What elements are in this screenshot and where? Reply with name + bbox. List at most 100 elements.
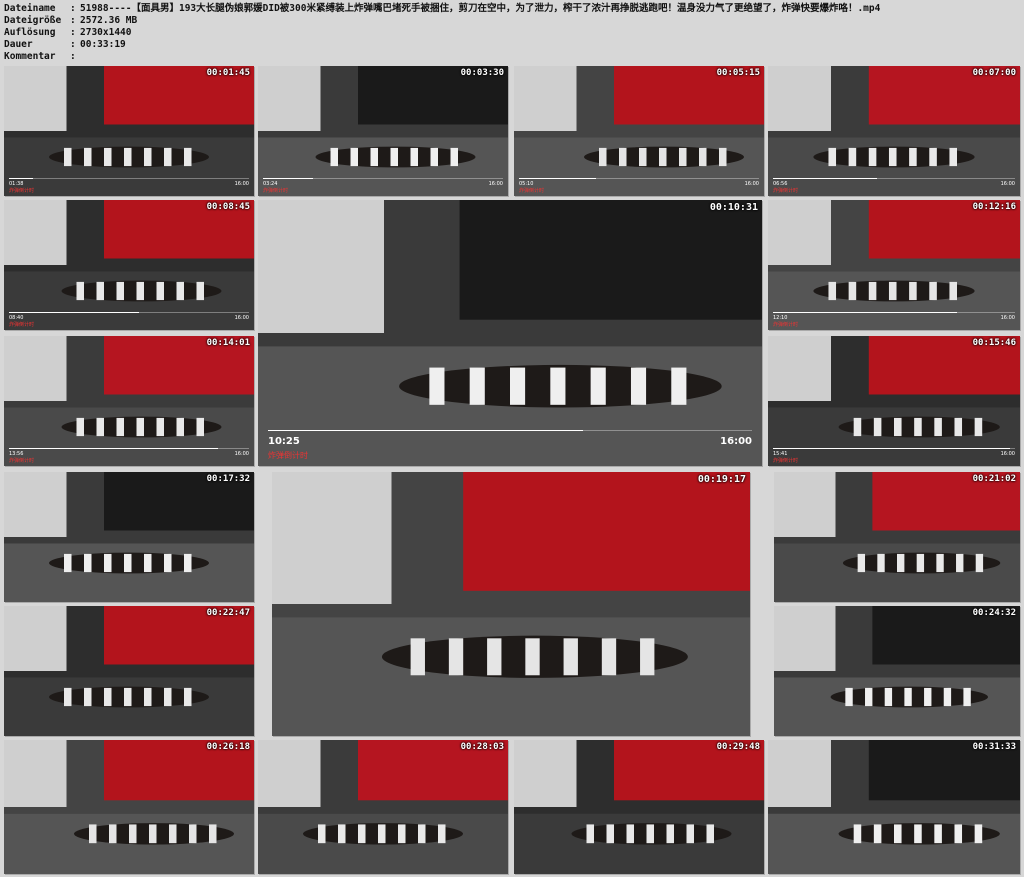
duration-value: 00:33:19	[80, 39, 126, 50]
thumbnail-frame: 00:19:17	[272, 472, 750, 736]
thumbnail-frame: 00:22:47	[4, 606, 254, 736]
duration-row: Dauer:00:33:19	[4, 39, 126, 50]
progress-total-time: 16:00	[1000, 451, 1015, 457]
resolution-row: Auflösung:2730x1440	[4, 27, 132, 38]
thumbnail-timestamp: 00:08:45	[206, 202, 250, 212]
thumbnail-frame: 00:21:02	[774, 472, 1020, 602]
thumbnail-timestamp: 00:05:15	[716, 68, 760, 78]
thumbnail-timestamp: 00:21:02	[972, 474, 1016, 484]
thumbnail-timestamp: 00:28:03	[460, 742, 504, 752]
thumbnail-timestamp: 00:03:30	[460, 68, 504, 78]
video-frame-image	[774, 606, 1020, 736]
progress-total-time: 16:00	[234, 451, 249, 457]
video-frame-image	[272, 472, 750, 736]
filesize-value: 2572.36 MB	[80, 15, 138, 26]
thumbnail-frame: 00:01:45 01:38 16:00 炸弹倒计时	[4, 66, 254, 196]
progress-total-time: 16:00	[1000, 315, 1015, 321]
progress-fill	[773, 178, 878, 179]
thumbnail-frame: 00:24:32	[774, 606, 1020, 736]
resolution-label: Auflösung	[4, 27, 56, 38]
thumbnail-frame: 00:28:03	[258, 740, 508, 874]
filesize-row: Dateigröße:2572.36 MB	[4, 15, 138, 26]
video-frame-image	[514, 66, 764, 196]
thumbnail-frame: 00:07:00 06:56 16:00 炸弹倒计时	[768, 66, 1020, 196]
thumbnail-frame: 00:03:30 03:24 16:00 炸弹倒计时	[258, 66, 508, 196]
file-info-header: Dateiname:51988----【面具男】193大长腿伪娘郭媛DID被30…	[0, 0, 1024, 64]
video-frame-image	[4, 472, 254, 602]
thumbnail-timestamp: 00:26:18	[206, 742, 250, 752]
thumbnail-frame: 00:31:33	[768, 740, 1020, 874]
countdown-progress-bar: 01:38 16:00 炸弹倒计时	[9, 178, 249, 194]
countdown-progress-bar: 08:40 16:00 炸弹倒计时	[9, 312, 249, 328]
filesize-label: Dateigröße	[4, 15, 62, 26]
filename-label: Dateiname	[4, 3, 56, 14]
countdown-progress-bar: 15:41 16:00 炸弹倒计时	[773, 448, 1015, 464]
countdown-progress-bar: 10:25 16:00 炸弹倒计时	[268, 430, 752, 462]
thumbnail-timestamp: 00:29:48	[716, 742, 760, 752]
countdown-progress-bar: 05:10 16:00 炸弹倒计时	[519, 178, 759, 194]
thumbnail-frame: 00:17:32	[4, 472, 254, 602]
progress-total-time: 16:00	[234, 181, 249, 187]
thumbnail-timestamp: 00:31:33	[972, 742, 1016, 752]
thumbnail-frame: 00:05:15 05:10 16:00 炸弹倒计时	[514, 66, 764, 196]
duration-label: Dauer	[4, 39, 33, 50]
video-frame-image	[4, 66, 254, 196]
progress-fill	[519, 178, 596, 179]
comment-row: Kommentar:	[4, 51, 76, 62]
thumbnail-timestamp: 00:17:32	[206, 474, 250, 484]
countdown-progress-bar: 12:10 16:00 炸弹倒计时	[773, 312, 1015, 328]
countdown-caption: 炸弹倒计时	[773, 322, 799, 328]
thumbnail-timestamp: 00:07:00	[972, 68, 1016, 78]
video-frame-image	[768, 740, 1020, 874]
thumbnail-timestamp: 00:19:17	[697, 474, 746, 485]
countdown-caption: 炸弹倒计时	[9, 458, 35, 464]
progress-total-time: 16:00	[488, 181, 503, 187]
filename-value: 51988----【面具男】193大长腿伪娘郭媛DID被300米紧缚装上炸弹嘴巴…	[80, 3, 881, 14]
thumbnail-timestamp: 00:14:01	[206, 338, 250, 348]
progress-fill	[263, 178, 314, 179]
thumbnail-timestamp: 00:15:46	[972, 338, 1016, 348]
resolution-value: 2730x1440	[80, 27, 132, 38]
countdown-caption: 炸弹倒计时	[773, 188, 799, 194]
filename-row: Dateiname:51988----【面具男】193大长腿伪娘郭媛DID被30…	[4, 3, 881, 14]
thumbnail-frame: 00:26:18	[4, 740, 254, 874]
video-frame-image	[768, 200, 1020, 330]
countdown-caption: 炸弹倒计时	[263, 188, 289, 194]
progress-total-time: 16:00	[744, 181, 759, 187]
thumbnail-frame: 00:29:48	[514, 740, 764, 874]
progress-current-time: 10:25	[268, 436, 300, 447]
countdown-caption: 炸弹倒计时	[9, 322, 35, 328]
thumbnail-timestamp: 00:22:47	[206, 608, 250, 618]
video-frame-image	[768, 66, 1020, 196]
countdown-caption: 炸弹倒计时	[9, 188, 35, 194]
thumbnail-frame: 00:14:01 13:56 16:00 炸弹倒计时	[4, 336, 254, 466]
progress-total-time: 16:00	[720, 436, 752, 447]
countdown-caption: 炸弹倒计时	[773, 458, 799, 464]
progress-fill	[773, 448, 1011, 449]
video-frame-image	[258, 66, 508, 196]
progress-fill	[9, 178, 33, 179]
video-frame-image	[4, 606, 254, 736]
comment-label: Kommentar	[4, 51, 56, 62]
countdown-caption: 炸弹倒计时	[268, 451, 308, 460]
video-frame-image	[4, 740, 254, 874]
countdown-caption: 炸弹倒计时	[519, 188, 545, 194]
video-frame-image	[4, 336, 254, 466]
video-frame-image	[4, 200, 254, 330]
video-frame-image	[258, 200, 762, 466]
video-frame-image	[258, 740, 508, 874]
progress-fill	[773, 312, 957, 313]
thumbnail-frame: 00:15:46 15:41 16:00 炸弹倒计时	[768, 336, 1020, 466]
video-frame-image	[774, 472, 1020, 602]
progress-total-time: 16:00	[1000, 181, 1015, 187]
thumbnail-timestamp: 00:10:31	[709, 202, 758, 213]
progress-fill	[268, 430, 583, 431]
progress-fill	[9, 448, 218, 449]
countdown-progress-bar: 13:56 16:00 炸弹倒计时	[9, 448, 249, 464]
progress-fill	[9, 312, 139, 313]
countdown-progress-bar: 03:24 16:00 炸弹倒计时	[263, 178, 503, 194]
thumbnail-frame: 00:12:16 12:10 16:00 炸弹倒计时	[768, 200, 1020, 330]
thumbnail-timestamp: 00:12:16	[972, 202, 1016, 212]
video-frame-image	[514, 740, 764, 874]
thumbnail-frame: 00:10:31 10:25 16:00 炸弹倒计时	[258, 200, 762, 466]
